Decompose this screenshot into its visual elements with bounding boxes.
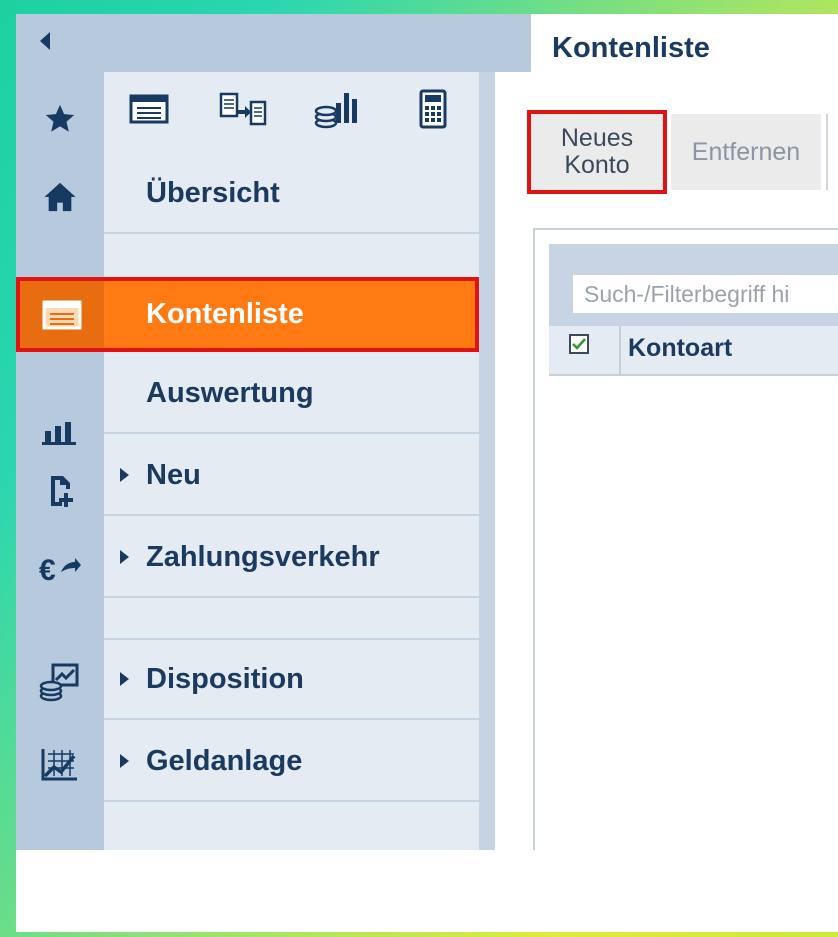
nav-item-label: Auswertung: [146, 376, 314, 409]
nav-item-auswertung[interactable]: Auswertung: [104, 354, 479, 434]
quick-tool-account-list[interactable]: [104, 74, 194, 144]
nav-item-label: Neu: [146, 458, 201, 491]
bottom-area: [16, 850, 838, 932]
expand-triangle-icon: [120, 754, 129, 768]
nav-item-label: Zahlungsverkehr: [146, 540, 380, 573]
quick-tool-transfer-list[interactable]: [198, 74, 288, 144]
expand-triangle-icon: [120, 468, 129, 482]
search-input[interactable]: [573, 275, 838, 313]
app-frame: € Übersicht Kontenliste Auswertung Neu Z…: [16, 14, 838, 932]
remove-button[interactable]: Entfernen: [671, 114, 821, 190]
transfer-list-icon: [219, 92, 267, 126]
nav-item-label: Disposition: [146, 662, 304, 695]
account-list-icon: [129, 94, 169, 124]
euro-transfer-icon[interactable]: €: [16, 544, 104, 594]
account-list-icon: [20, 281, 104, 348]
expand-triangle-icon: [120, 550, 129, 564]
nav-item-zahlungsverkehr[interactable]: Zahlungsverkehr: [104, 518, 479, 598]
new-document-icon[interactable]: [16, 466, 104, 516]
new-account-label-line2: Konto: [564, 151, 630, 179]
coins-bar-icon: [314, 93, 357, 129]
quick-tool-calculator[interactable]: [388, 74, 478, 144]
nav-item-label: Geldanlage: [146, 744, 303, 777]
nav-item-label: Kontenliste: [146, 298, 304, 330]
column-header-kontoart[interactable]: Kontoart: [628, 334, 732, 363]
investment-chart-icon[interactable]: [16, 739, 104, 789]
new-account-label-line1: Neues: [560, 124, 634, 152]
navigation-top-strip: [104, 14, 531, 72]
star-icon[interactable]: [16, 94, 104, 144]
icon-rail: €: [16, 14, 104, 850]
nav-item-label: Übersicht: [146, 176, 280, 209]
bar-chart-icon[interactable]: [16, 408, 104, 458]
new-account-button[interactable]: Neues Konto: [527, 110, 667, 194]
quick-tool-coins-bar[interactable]: [292, 74, 382, 144]
coins-chart-icon[interactable]: [16, 654, 104, 710]
page-title: Kontenliste: [552, 32, 710, 64]
expand-triangle-icon: [120, 672, 129, 686]
nav-item-kontenliste[interactable]: Kontenliste: [16, 277, 479, 352]
select-all-checkbox[interactable]: [569, 334, 589, 354]
svg-text:€: €: [39, 554, 56, 586]
toolbar-divider: [826, 114, 828, 190]
column-divider: [619, 326, 621, 374]
home-icon[interactable]: [16, 172, 104, 222]
nav-item-disposition[interactable]: Disposition: [104, 640, 479, 720]
navigation-scroll-gutter: [479, 14, 495, 850]
nav-spacer: [104, 600, 479, 640]
collapse-arrow-icon[interactable]: [40, 32, 50, 50]
nav-item-geldanlage[interactable]: Geldanlage: [104, 722, 479, 802]
nav-item-neu[interactable]: Neu: [104, 436, 479, 516]
calculator-icon: [419, 89, 447, 129]
checkmark-icon: [572, 338, 586, 350]
nav-item-uebersicht[interactable]: Übersicht: [104, 154, 479, 234]
